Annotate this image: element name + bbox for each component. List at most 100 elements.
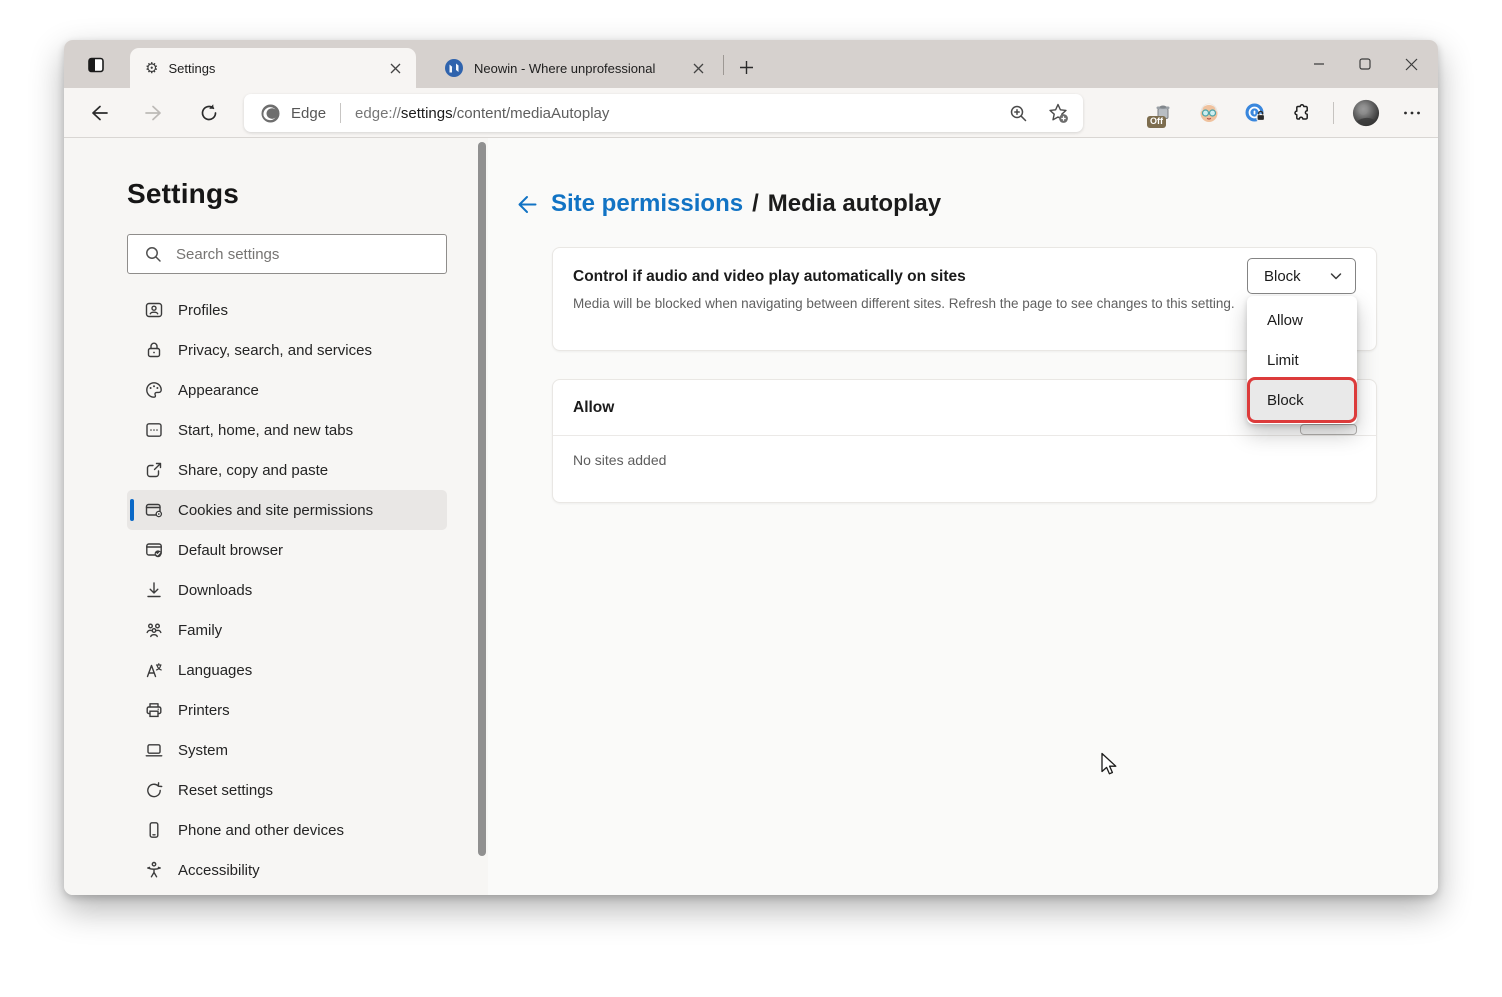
- face-avatar-extension-button[interactable]: [1195, 99, 1223, 127]
- maximize-button[interactable]: [1342, 40, 1388, 88]
- sidebar-item-label: Share, copy and paste: [178, 462, 328, 479]
- extension-badge: Off: [1147, 116, 1166, 128]
- ellipsis-icon: [1401, 102, 1423, 124]
- sidebar-item-privacy-search-and-services[interactable]: Privacy, search, and services: [127, 330, 447, 370]
- url-host: settings: [401, 105, 453, 122]
- sidebar-item-cookies-and-site-permissions[interactable]: Cookies and site permissions: [127, 490, 447, 530]
- puzzle-icon: [1290, 102, 1313, 125]
- default-browser-icon: [144, 540, 164, 560]
- dropdown-option-allow[interactable]: Allow: [1250, 300, 1354, 340]
- phone-icon: [144, 820, 164, 840]
- sidebar-item-system[interactable]: System: [127, 730, 447, 770]
- dropdown-value: Block: [1264, 268, 1301, 285]
- tab-separator: [723, 55, 724, 75]
- sidebar-item-appearance[interactable]: Appearance: [127, 370, 447, 410]
- maximize-icon: [1359, 58, 1371, 70]
- dropdown-option-block[interactable]: Block: [1250, 380, 1354, 420]
- sidebar-item-label: Appearance: [178, 382, 259, 399]
- sidebar-item-profiles[interactable]: Profiles: [127, 290, 447, 330]
- sidebar-item-label: Start, home, and new tabs: [178, 422, 353, 439]
- sidebar-item-label: Accessibility: [178, 862, 260, 879]
- url-text[interactable]: edge://settings/content/mediaAutoplay: [355, 105, 609, 122]
- search-input[interactable]: [176, 246, 416, 263]
- search-box[interactable]: [127, 234, 447, 274]
- share-icon: [144, 460, 164, 480]
- sidebar-item-label: Profiles: [178, 302, 228, 319]
- sidebar-item-start-home-and-new-tabs[interactable]: Start, home, and new tabs: [127, 410, 447, 450]
- minimize-button[interactable]: [1296, 40, 1342, 88]
- sidebar-item-label: Languages: [178, 662, 252, 679]
- sidebar-item-label: Printers: [178, 702, 230, 719]
- favorite-star-icon: [1047, 102, 1070, 125]
- tab-strip: ⚙ Settings Neowin - Where unprofessional: [64, 40, 1438, 88]
- autoplay-dropdown-button[interactable]: Block: [1247, 258, 1356, 294]
- sidebar-item-downloads[interactable]: Downloads: [127, 570, 447, 610]
- chevron-down-icon: [1329, 269, 1343, 283]
- sidebar-item-phone-and-other-devices[interactable]: Phone and other devices: [127, 810, 447, 850]
- tab-actions-menu-button[interactable]: [84, 53, 108, 77]
- selected-indicator: [130, 499, 134, 521]
- address-bar[interactable]: Edge edge://settings/content/mediaAutopl…: [244, 94, 1083, 132]
- family-icon: [144, 620, 164, 640]
- appearance-palette-icon: [144, 380, 164, 400]
- avatar: [1352, 98, 1380, 128]
- adblocker-off-extension-button[interactable]: Off: [1149, 99, 1177, 127]
- gear-icon: ⚙: [145, 61, 158, 76]
- breadcrumb-parent-link[interactable]: Site permissions: [551, 190, 743, 218]
- sidebar-scrollbar[interactable]: [478, 142, 486, 856]
- url-path: /content/mediaAutoplay: [453, 105, 610, 122]
- back-arrow-icon: [514, 192, 539, 217]
- settings-more-button[interactable]: [1398, 99, 1426, 127]
- zoom-button[interactable]: [1005, 100, 1031, 126]
- setting-description: Media will be blocked when navigating be…: [573, 294, 1235, 314]
- close-button[interactable]: [1388, 40, 1434, 88]
- dropdown-option-limit[interactable]: Limit: [1250, 340, 1354, 380]
- tab-close-icon[interactable]: [384, 57, 406, 79]
- toolbar-separator: [1333, 102, 1334, 124]
- sidebar-item-family[interactable]: Family: [127, 610, 447, 650]
- back-button[interactable]: [84, 98, 114, 128]
- sidebar-item-reset-settings[interactable]: Reset settings: [127, 770, 447, 810]
- add-favorite-button[interactable]: [1045, 100, 1071, 126]
- address-divider: [340, 103, 341, 123]
- profiles-icon: [144, 300, 164, 320]
- system-icon: [144, 740, 164, 760]
- allow-list-title: Allow: [573, 399, 614, 417]
- sidebar-item-share-copy-and-paste[interactable]: Share, copy and paste: [127, 450, 447, 490]
- start-home-icon: [144, 420, 164, 440]
- page-title: Media autoplay: [768, 190, 941, 218]
- desktop-background: ⚙ Settings Neowin - Where unprofessional: [0, 0, 1502, 997]
- sidebar-item-printers[interactable]: Printers: [127, 690, 447, 730]
- allow-list-empty-message: No sites added: [553, 436, 1376, 484]
- url-scheme: edge://: [355, 105, 401, 122]
- sidebar-item-default-browser[interactable]: Default browser: [127, 530, 447, 570]
- neowin-favicon: [444, 58, 464, 78]
- sidebar-item-label: Default browser: [178, 542, 283, 559]
- tab-settings[interactable]: ⚙ Settings: [130, 48, 416, 88]
- sidebar-item-label: Privacy, search, and services: [178, 342, 372, 359]
- sidebar-item-label: System: [178, 742, 228, 759]
- forward-arrow-icon: [143, 102, 165, 124]
- password-manager-extension-button[interactable]: [1241, 99, 1269, 127]
- breadcrumb-back-button[interactable]: [513, 191, 539, 217]
- extensions-menu-button[interactable]: [1287, 99, 1315, 127]
- profile-avatar-button[interactable]: [1352, 99, 1380, 127]
- settings-sidebar: Settings Profiles Privacy, search, and se…: [64, 138, 488, 895]
- sidebar-item-label: Family: [178, 622, 222, 639]
- tab-title: Neowin - Where unprofessional: [474, 61, 687, 76]
- tab-close-icon[interactable]: [687, 57, 709, 79]
- sidebar-item-accessibility[interactable]: Accessibility: [127, 850, 447, 890]
- add-site-button-partial[interactable]: [1300, 424, 1357, 435]
- privacy-lock-icon: [144, 340, 164, 360]
- reload-button[interactable]: [194, 98, 224, 128]
- plus-icon: [739, 60, 754, 75]
- sidebar-item-languages[interactable]: Languages: [127, 650, 447, 690]
- new-tab-button[interactable]: [732, 53, 760, 81]
- forward-button[interactable]: [139, 98, 169, 128]
- extensions-area: Off: [1149, 88, 1426, 138]
- sidebar-nav: Profiles Privacy, search, and services App…: [64, 290, 488, 890]
- sidebar-title: Settings: [127, 178, 239, 210]
- reload-icon: [198, 102, 220, 124]
- password-lock-icon: [1243, 101, 1267, 125]
- tab-neowin[interactable]: Neowin - Where unprofessional: [432, 48, 717, 88]
